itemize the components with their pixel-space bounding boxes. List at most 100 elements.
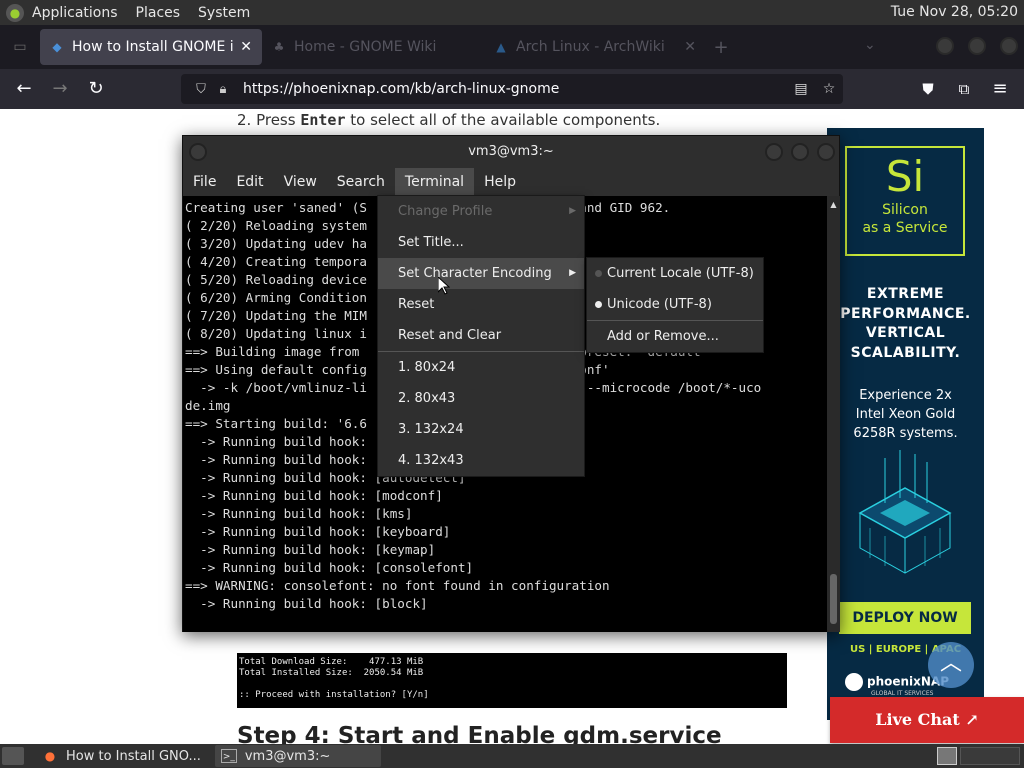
- places-menu[interactable]: Places: [136, 5, 181, 21]
- submenu-arrow-icon: ▶: [569, 268, 576, 278]
- url-bar[interactable]: ⛉ 🔒︎ https://phoenixnap.com/kb/arch-linu…: [181, 74, 843, 104]
- applications-menu[interactable]: Applications: [32, 5, 118, 21]
- hamburger-menu-icon[interactable]: ≡: [988, 77, 1012, 101]
- menu-help[interactable]: Help: [474, 168, 526, 196]
- terminal-line: -> Running build hook: [kms]: [185, 506, 413, 521]
- url-text[interactable]: https://phoenixnap.com/kb/arch-linux-gno…: [243, 81, 787, 97]
- show-desktop-icon[interactable]: [2, 747, 24, 765]
- menu-item-add-or-remove[interactable]: Add or Remove...: [587, 321, 763, 352]
- scroll-up-arrow-icon[interactable]: ▲: [827, 200, 840, 209]
- sidebar-toggle-icon[interactable]: ▭: [0, 25, 40, 69]
- gnome-foot-icon[interactable]: ●: [6, 3, 24, 22]
- navigation-toolbar: ← → ↻ ⛉ 🔒︎ https://phoenixnap.com/kb/arc…: [0, 69, 1024, 109]
- menu-item-change-profile[interactable]: Change Profile ▶: [378, 196, 584, 227]
- menu-item-set-character-encoding[interactable]: Set Character Encoding ▶: [378, 258, 584, 289]
- package-summary-image: Total Download Size: 477.13 MiB Total In…: [237, 653, 787, 708]
- tab-title: How to Install GNOME in Ar: [72, 39, 234, 55]
- back-arrow-icon[interactable]: ←: [12, 77, 36, 101]
- arch-favicon-icon: ▲: [496, 40, 506, 54]
- step2-text: 2. Press Enter to select all of the avai…: [237, 111, 661, 129]
- workspace-2[interactable]: [960, 747, 1020, 765]
- close-button[interactable]: [817, 143, 835, 161]
- terminal-line: -> Running build hook: [block]: [185, 596, 428, 611]
- close-tab-icon[interactable]: ✕: [240, 39, 252, 55]
- si-logo-box: Si Silicon as a Service: [845, 146, 965, 256]
- phoenixnap-favicon-icon: ◆: [52, 40, 62, 54]
- new-tab-icon[interactable]: +: [706, 37, 736, 58]
- terminal-line: -> Running build hook: [modconf]: [185, 488, 443, 503]
- clock[interactable]: Tue Nov 28, 05:20: [891, 4, 1018, 20]
- reader-view-icon[interactable]: ▤: [787, 81, 815, 97]
- terminal-icon: >_: [220, 749, 237, 763]
- minimize-window-button[interactable]: [936, 37, 954, 55]
- menu-view[interactable]: View: [274, 168, 327, 196]
- taskbar-item-terminal[interactable]: >_ vm3@vm3:~: [214, 745, 381, 767]
- menu-item-size-3[interactable]: 3. 132x24: [378, 414, 584, 445]
- menu-item-size-1[interactable]: 1. 80x24: [378, 352, 584, 383]
- terminal-title: vm3@vm3:~: [468, 144, 554, 159]
- menu-item-size-2[interactable]: 2. 80x43: [378, 383, 584, 414]
- menu-item-current-locale[interactable]: Current Locale (UTF-8): [587, 258, 763, 289]
- scroll-to-top-button[interactable]: ︿: [928, 642, 974, 688]
- scrollbar-thumb[interactable]: [830, 574, 837, 624]
- tab-title: Home - GNOME Wiki: [294, 39, 437, 55]
- menu-file[interactable]: File: [183, 168, 226, 196]
- taskbar-item-firefox[interactable]: ● How to Install GNO...: [36, 745, 207, 767]
- radio-selected-icon: [595, 301, 602, 308]
- tab-how-to-install-gnome[interactable]: ◆ How to Install GNOME in Ar ✕: [40, 29, 262, 65]
- window-menu-button[interactable]: [189, 143, 207, 161]
- terminal-line: -> Running build hook: [keymap]: [185, 542, 436, 557]
- pocket-icon[interactable]: ⛊: [916, 77, 940, 101]
- top-panel: ● Applications Places System Tue Nov 28,…: [0, 0, 1024, 25]
- list-tabs-chevron-icon[interactable]: ⌄: [864, 37, 876, 53]
- browser-tab-bar: ▭ ◆ How to Install GNOME in Ar ✕ ♣ Home …: [0, 25, 1024, 69]
- terminal-dropdown-menu: Change Profile ▶ Set Title... Set Charact…: [377, 195, 585, 477]
- menu-item-unicode[interactable]: Unicode (UTF-8): [587, 289, 763, 320]
- terminal-line: -> Running build hook: [keyboard]: [185, 524, 451, 539]
- submenu-arrow-icon: ▶: [569, 206, 576, 216]
- terminal-menubar: File Edit View Search Terminal Help: [183, 168, 839, 196]
- system-menu[interactable]: System: [198, 5, 250, 21]
- mouse-cursor-icon: [438, 277, 450, 295]
- ad-headline: EXTREME PERFORMANCE. VERTICAL SCALABILIT…: [840, 286, 971, 361]
- menu-edit[interactable]: Edit: [226, 168, 273, 196]
- bottom-panel: ● How to Install GNO... >_ vm3@vm3:~: [0, 744, 1024, 768]
- forward-arrow-icon[interactable]: →: [48, 77, 72, 101]
- gnome-favicon-icon: ♣: [273, 40, 285, 54]
- brand-tagline: GLOBAL IT SERVICES: [871, 690, 934, 697]
- menu-search[interactable]: Search: [327, 168, 395, 196]
- step4-heading: Step 4: Start and Enable gdm.service: [237, 723, 722, 744]
- phoenixnap-ad[interactable]: Si Silicon as a Service EXTREME PERFORMA…: [827, 128, 984, 720]
- deploy-now-button[interactable]: DEPLOY NOW: [839, 602, 971, 634]
- menu-item-size-4[interactable]: 4. 132x43: [378, 445, 584, 476]
- reload-icon[interactable]: ↻: [84, 77, 108, 101]
- tab-archwiki[interactable]: ▲ Arch Linux - ArchWiki ✕: [484, 29, 706, 65]
- tracking-shield-icon[interactable]: ⛉: [191, 82, 211, 97]
- menu-terminal[interactable]: Terminal: [394, 168, 475, 196]
- firefox-icon: ●: [44, 749, 56, 763]
- encoding-submenu: Current Locale (UTF-8) Unicode (UTF-8) A…: [586, 257, 764, 353]
- close-tab-icon[interactable]: ✕: [684, 39, 696, 55]
- terminal-titlebar[interactable]: vm3@vm3:~: [183, 136, 839, 168]
- menu-item-reset-and-clear[interactable]: Reset and Clear: [378, 320, 584, 351]
- maximize-window-button[interactable]: [968, 37, 986, 55]
- maximize-button[interactable]: [791, 143, 809, 161]
- ad-detail: Experience 2x Intel Xeon Gold 6258R syst…: [853, 388, 958, 441]
- workspace-1[interactable]: [937, 747, 957, 765]
- live-chat-button[interactable]: Live Chat ↗: [830, 697, 1024, 743]
- minimize-button[interactable]: [765, 143, 783, 161]
- radio-unselected-icon: [595, 270, 602, 277]
- processor-chip-icon: [858, 450, 952, 574]
- phoenix-logo-icon: [845, 673, 863, 691]
- enter-key: Enter: [300, 111, 346, 129]
- tab-title: Arch Linux - ArchWiki: [516, 39, 665, 55]
- menu-item-set-title[interactable]: Set Title...: [378, 227, 584, 258]
- close-window-button[interactable]: [1000, 37, 1018, 55]
- tab-gnome-wiki[interactable]: ♣ Home - GNOME Wiki: [262, 29, 484, 65]
- extensions-icon[interactable]: ⧉: [952, 77, 976, 101]
- terminal-scrollbar[interactable]: ▲: [827, 196, 840, 632]
- menu-item-reset[interactable]: Reset: [378, 289, 584, 320]
- terminal-line: ==> WARNING: consolefont: no font found …: [185, 578, 610, 593]
- lock-icon[interactable]: 🔒︎: [213, 82, 233, 97]
- bookmark-star-icon[interactable]: ☆: [815, 81, 843, 97]
